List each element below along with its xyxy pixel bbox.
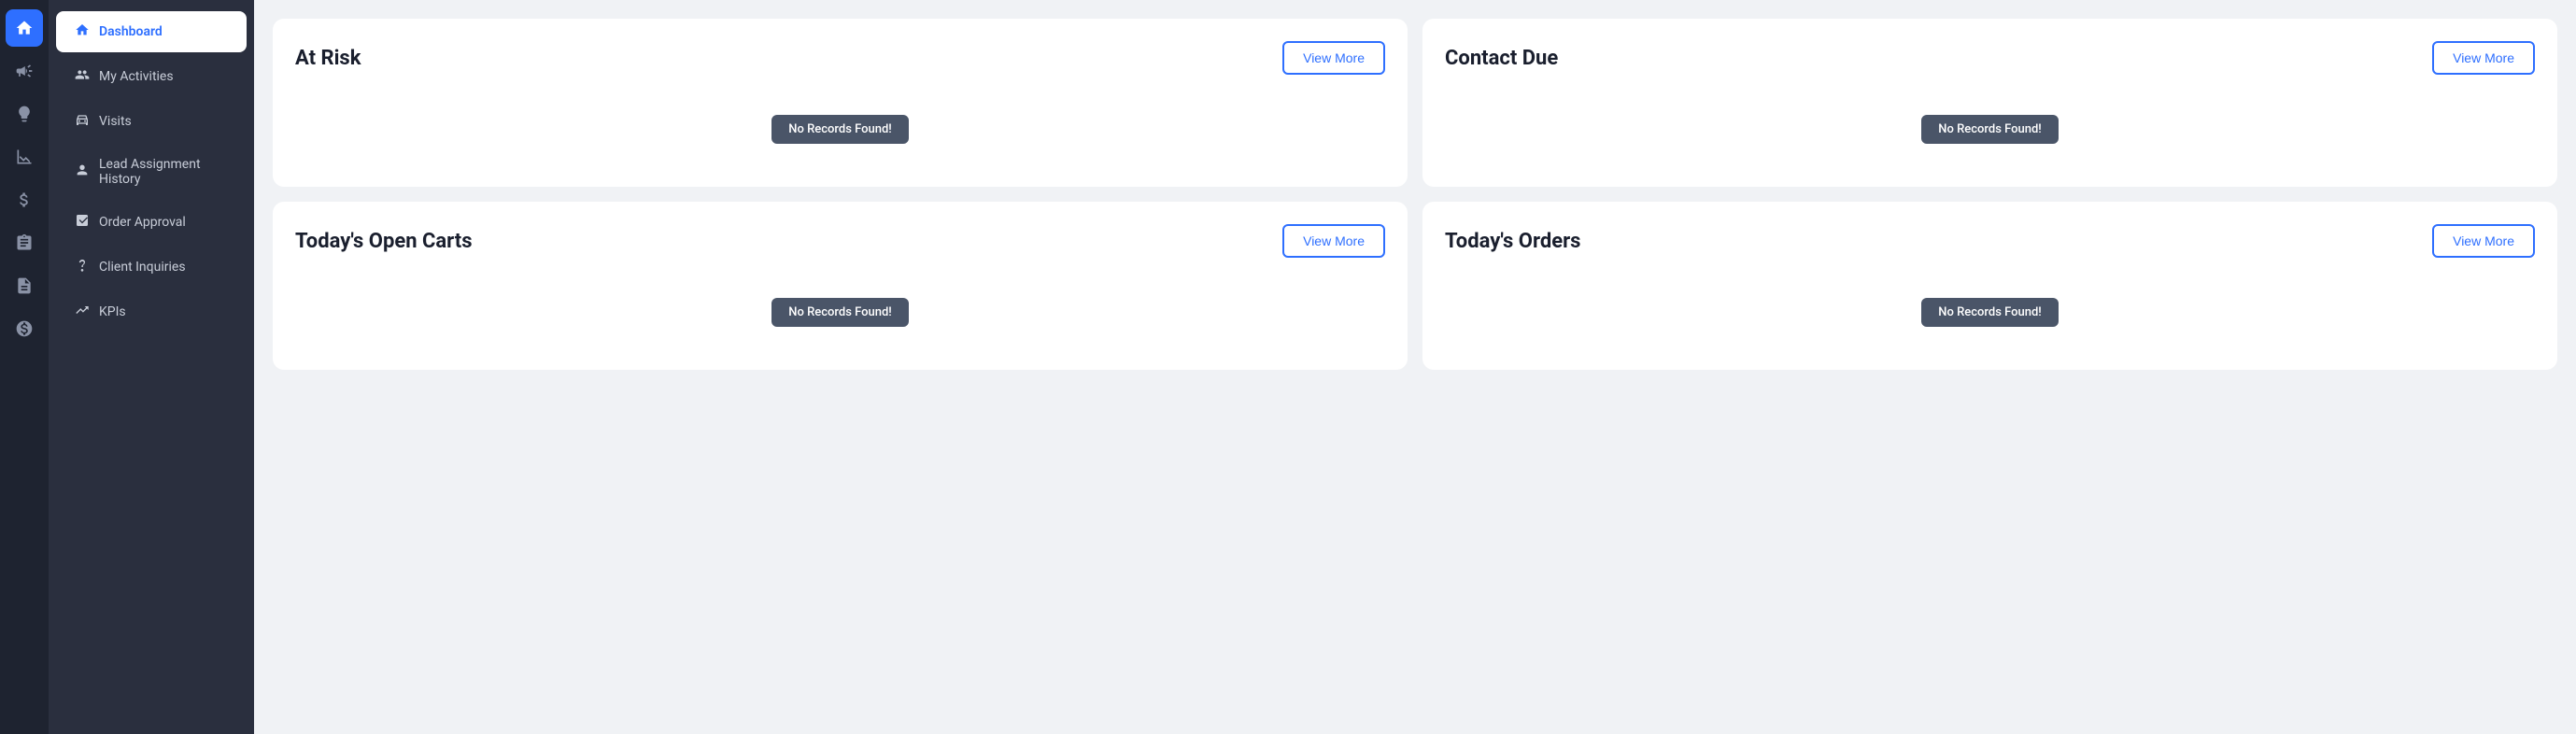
sidebar-label-my-activities: My Activities (99, 69, 174, 84)
client-inquiries-icon (75, 258, 90, 276)
sidebar-label-client-inquiries: Client Inquiries (99, 260, 186, 275)
todays-open-carts-no-records: No Records Found! (771, 298, 909, 327)
dashboard-grid: At Risk View More No Records Found! Cont… (273, 19, 2557, 370)
todays-orders-card: Today's Orders View More No Records Foun… (1422, 202, 2557, 370)
nav-sidebar: Dashboard My Activities Visits Lead Assi… (49, 0, 254, 734)
at-risk-card-body: No Records Found! (295, 93, 1385, 164)
todays-open-carts-title: Today's Open Carts (295, 230, 473, 253)
sidebar-item-visits[interactable]: Visits (56, 101, 247, 142)
todays-orders-view-more-button[interactable]: View More (2432, 224, 2535, 258)
contact-due-card-header: Contact Due View More (1445, 41, 2535, 75)
icon-coin[interactable] (6, 310, 43, 347)
sidebar-item-order-approval[interactable]: Order Approval (56, 202, 247, 243)
contact-due-view-more-button[interactable]: View More (2432, 41, 2535, 75)
todays-open-carts-view-more-button[interactable]: View More (1282, 224, 1385, 258)
contact-due-card: Contact Due View More No Records Found! (1422, 19, 2557, 187)
icon-document[interactable] (6, 267, 43, 304)
sidebar-label-dashboard: Dashboard (99, 24, 163, 39)
main-content: At Risk View More No Records Found! Cont… (254, 0, 2576, 734)
sidebar-item-client-inquiries[interactable]: Client Inquiries (56, 247, 247, 288)
todays-orders-card-body: No Records Found! (1445, 276, 2535, 347)
my-activities-icon (75, 67, 90, 86)
todays-open-carts-card: Today's Open Carts View More No Records … (273, 202, 1408, 370)
at-risk-card: At Risk View More No Records Found! (273, 19, 1408, 187)
sidebar-label-visits: Visits (99, 114, 132, 129)
icon-home[interactable] (6, 9, 43, 47)
contact-due-card-body: No Records Found! (1445, 93, 2535, 164)
icon-sidebar (0, 0, 49, 734)
lead-assignment-icon (75, 162, 90, 181)
sidebar-label-lead-assignment-history: Lead Assignment History (99, 157, 228, 187)
todays-orders-no-records: No Records Found! (1921, 298, 2059, 327)
todays-orders-title: Today's Orders (1445, 230, 1580, 253)
sidebar-item-kpis[interactable]: KPIs (56, 291, 247, 332)
sidebar-item-my-activities[interactable]: My Activities (56, 56, 247, 97)
todays-open-carts-card-header: Today's Open Carts View More (295, 224, 1385, 258)
at-risk-no-records: No Records Found! (771, 115, 909, 144)
icon-clipboard[interactable] (6, 224, 43, 261)
visits-icon (75, 112, 90, 131)
at-risk-view-more-button[interactable]: View More (1282, 41, 1385, 75)
at-risk-card-header: At Risk View More (295, 41, 1385, 75)
icon-bulb[interactable] (6, 95, 43, 133)
kpis-icon (75, 303, 90, 321)
todays-open-carts-card-body: No Records Found! (295, 276, 1385, 347)
sidebar-item-dashboard[interactable]: Dashboard (56, 11, 247, 52)
order-approval-icon (75, 213, 90, 232)
icon-dollar[interactable] (6, 181, 43, 219)
icon-megaphone[interactable] (6, 52, 43, 90)
contact-due-no-records: No Records Found! (1921, 115, 2059, 144)
icon-chart[interactable] (6, 138, 43, 176)
sidebar-label-order-approval: Order Approval (99, 215, 186, 230)
sidebar-label-kpis: KPIs (99, 304, 126, 319)
dashboard-icon (75, 22, 90, 41)
todays-orders-card-header: Today's Orders View More (1445, 224, 2535, 258)
sidebar-item-lead-assignment-history[interactable]: Lead Assignment History (56, 146, 247, 198)
at-risk-title: At Risk (295, 47, 361, 70)
contact-due-title: Contact Due (1445, 47, 1558, 70)
